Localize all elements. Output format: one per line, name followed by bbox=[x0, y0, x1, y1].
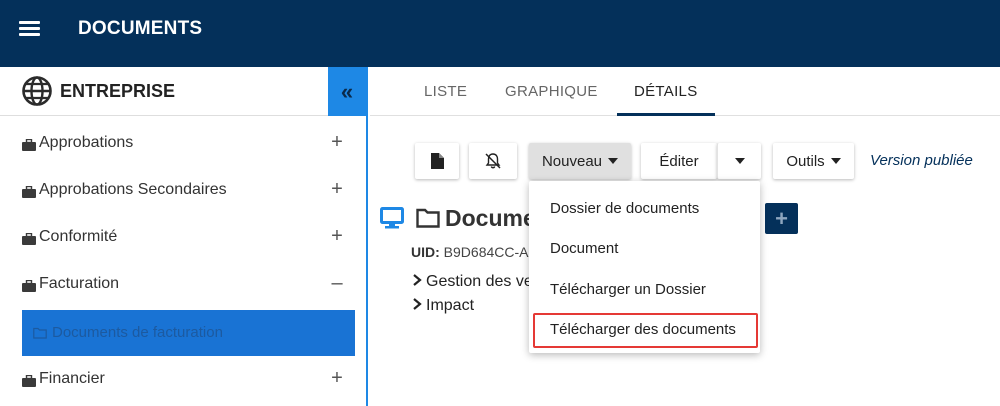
menu-item-telecharger-un-dossier[interactable]: Télécharger un Dossier bbox=[550, 281, 706, 298]
document-uid: UID: B9D684CC-A bbox=[411, 244, 529, 260]
file-icon bbox=[430, 153, 444, 169]
sidebar-item-label: Conformité bbox=[39, 228, 118, 245]
sidebar-item-label: Approbations bbox=[39, 134, 134, 151]
tab-graphique[interactable]: GRAPHIQUE bbox=[505, 83, 598, 100]
new-document-button[interactable] bbox=[415, 143, 459, 179]
globe-icon bbox=[22, 76, 52, 106]
monitor-icon bbox=[380, 207, 404, 229]
menu-item-dossier-de-documents[interactable]: Dossier de documents bbox=[550, 200, 699, 217]
top-bar: DOCUMENTS bbox=[0, 0, 1000, 67]
sidebar-item-approbations-secondaires[interactable]: Approbations Secondaires + bbox=[0, 168, 366, 215]
briefcase-icon bbox=[22, 186, 36, 198]
version-status: Version publiée bbox=[870, 152, 973, 169]
menu-item-telecharger-des-documents[interactable]: Télécharger des documents bbox=[550, 321, 736, 338]
briefcase-icon bbox=[22, 280, 36, 292]
caret-down-icon bbox=[734, 158, 745, 164]
collapse-sidebar-button[interactable]: « bbox=[328, 67, 366, 116]
chevron-right-icon bbox=[413, 298, 422, 310]
sidebar: ENTREPRISE « Approbations + Approbations… bbox=[0, 67, 368, 406]
expand-icon[interactable]: + bbox=[328, 131, 346, 154]
tab-liste[interactable]: LISTE bbox=[424, 83, 467, 100]
caret-down-icon bbox=[608, 158, 619, 164]
sidebar-item-documents-de-facturation[interactable]: Documents de facturation bbox=[22, 310, 355, 356]
expand-icon[interactable]: + bbox=[328, 178, 346, 201]
edit-options-button[interactable] bbox=[717, 143, 761, 179]
briefcase-icon bbox=[22, 233, 36, 245]
expand-icon[interactable]: + bbox=[328, 225, 346, 248]
briefcase-icon bbox=[22, 375, 36, 387]
document-title: Docume bbox=[445, 205, 536, 231]
expand-icon[interactable]: + bbox=[328, 367, 346, 390]
tab-details[interactable]: DÉTAILS bbox=[634, 83, 698, 100]
sidebar-header: ENTREPRISE « bbox=[0, 67, 366, 116]
sidebar-item-label: Financier bbox=[39, 370, 105, 387]
tools-button-label: Outils bbox=[786, 152, 825, 170]
edit-button-label: Éditer bbox=[659, 152, 699, 170]
sidebar-item-label: Facturation bbox=[39, 275, 120, 292]
sidebar-item-facturation[interactable]: Facturation – bbox=[0, 262, 366, 309]
sidebar-item-conformite[interactable]: Conformité + bbox=[0, 215, 366, 262]
app-title: DOCUMENTS bbox=[78, 18, 203, 39]
caret-down-icon bbox=[830, 158, 841, 164]
uid-label: UID: bbox=[411, 244, 440, 260]
folder-icon bbox=[33, 327, 47, 339]
tools-dropdown-button[interactable]: Outils bbox=[773, 143, 854, 179]
menu-item-document[interactable]: Document bbox=[550, 240, 618, 257]
collapse-icon[interactable]: – bbox=[328, 272, 346, 295]
tree-item-impact[interactable]: Impact bbox=[411, 297, 474, 315]
uid-value: B9D684CC-A bbox=[443, 244, 529, 260]
new-button-label: Nouveau bbox=[541, 152, 603, 170]
chevron-right-icon bbox=[413, 274, 422, 286]
new-dropdown-menu: Dossier de documents Document Télécharge… bbox=[529, 181, 760, 353]
new-dropdown-button[interactable]: Nouveau bbox=[529, 143, 631, 179]
menu-icon[interactable] bbox=[18, 18, 42, 40]
sidebar-title: ENTREPRISE bbox=[60, 81, 176, 101]
sidebar-item-label: Documents de facturation bbox=[52, 324, 223, 341]
active-tab-indicator bbox=[617, 113, 715, 116]
add-button[interactable]: + bbox=[765, 203, 798, 234]
notifications-off-button[interactable] bbox=[469, 143, 517, 179]
sidebar-item-approbations[interactable]: Approbations + bbox=[0, 121, 366, 168]
bell-off-icon bbox=[485, 153, 501, 169]
tree-item-gestion[interactable]: Gestion des ve bbox=[411, 273, 533, 291]
tab-bar: LISTE GRAPHIQUE DÉTAILS bbox=[370, 67, 1000, 116]
edit-button[interactable]: Éditer bbox=[641, 143, 717, 179]
sidebar-item-financier[interactable]: Financier + bbox=[0, 357, 366, 404]
tree-item-label: Gestion des ve bbox=[426, 273, 533, 290]
briefcase-icon bbox=[22, 139, 36, 151]
tree-item-label: Impact bbox=[426, 297, 475, 314]
sidebar-item-label: Approbations Secondaires bbox=[39, 181, 227, 198]
folder-icon bbox=[416, 208, 440, 228]
